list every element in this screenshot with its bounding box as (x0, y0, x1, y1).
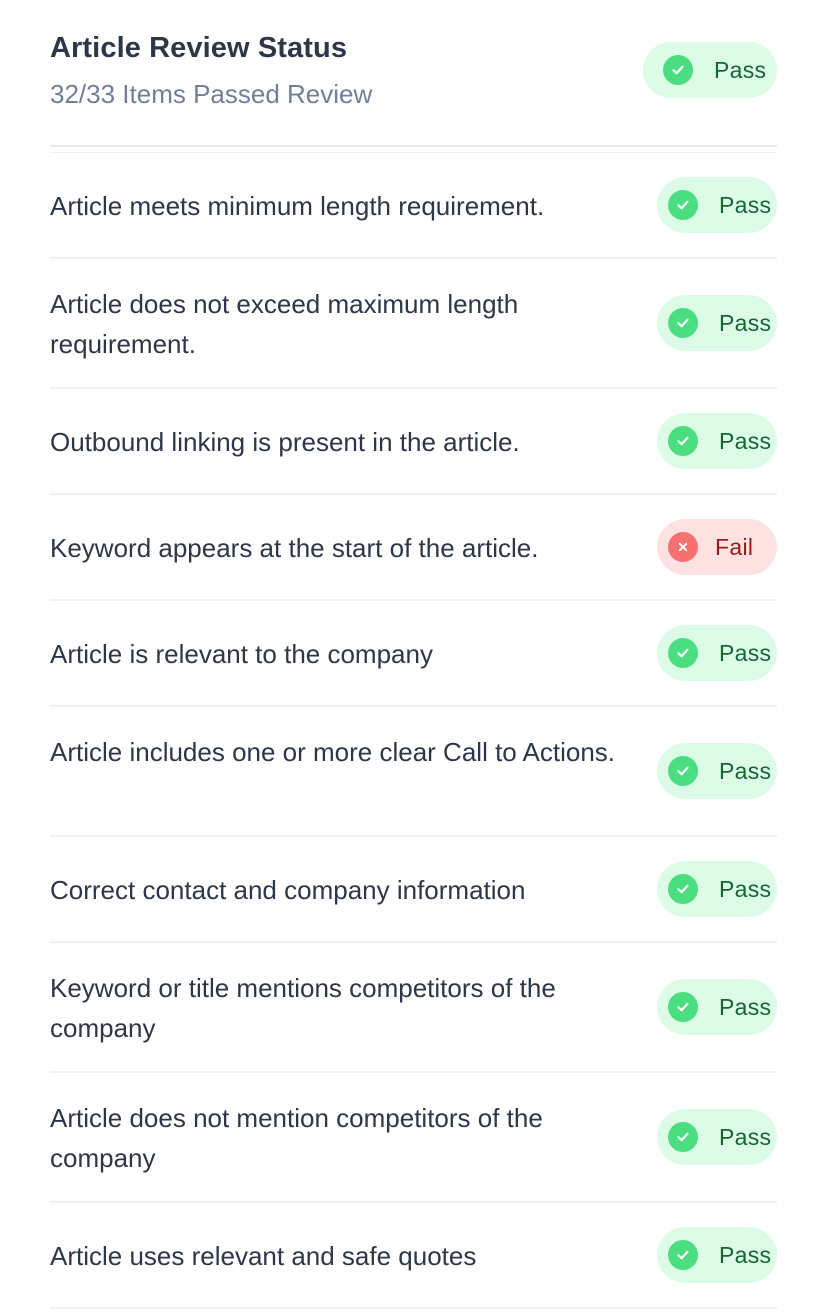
status-label: Pass (719, 757, 772, 784)
check-circle-icon (663, 55, 693, 85)
status-label: Pass (719, 993, 772, 1020)
review-item-text: Article uses relevant and safe quotes (50, 1241, 477, 1271)
review-item: Keyword appears at the start of the arti… (50, 495, 777, 601)
page-title: Article Review Status (50, 32, 348, 64)
review-item: Outbound linking is present in the artic… (50, 389, 777, 495)
review-item: Article does not mention competitors of … (50, 1073, 777, 1203)
status-label: Pass (719, 1241, 772, 1268)
status-label: Fail (715, 533, 754, 560)
status-label: Pass (719, 427, 772, 454)
status-label: Pass (719, 191, 772, 218)
review-item: Article includes one or more clear Call … (50, 707, 777, 837)
check-circle-icon (668, 308, 698, 338)
status-badge: Fail (657, 519, 777, 575)
check-circle-icon (668, 638, 698, 668)
status-badge: Pass (657, 1227, 777, 1283)
review-item-text: Article meets minimum length requirement… (50, 191, 545, 221)
status-badge: Pass (657, 743, 777, 799)
review-item: Article meets minimum length requirement… (50, 153, 777, 259)
review-item: Keyword or title mentions competitors of… (50, 943, 777, 1073)
status-label: Pass (719, 309, 772, 336)
review-panel: Article Review Status 32/33 Items Passed… (50, 0, 777, 1309)
overall-status-badge: Pass (643, 42, 777, 98)
review-item-text: Correct contact and company information (50, 875, 526, 905)
review-item-text: Article is relevant to the company (50, 639, 433, 669)
review-item-text: Keyword or title mentions competitors of… (50, 973, 556, 1043)
status-badge: Pass (657, 413, 777, 469)
review-item-text: Article does not mention competitors of … (50, 1103, 543, 1173)
review-item-text: Keyword appears at the start of the arti… (50, 533, 539, 563)
check-circle-icon (668, 426, 698, 456)
status-label: Pass (719, 639, 772, 666)
review-item: Article is relevant to the company Pass (50, 601, 777, 707)
check-circle-icon (668, 874, 698, 904)
review-item-text: Outbound linking is present in the artic… (50, 427, 520, 457)
review-item: Article does not exceed maximum length r… (50, 259, 777, 389)
check-circle-icon (668, 756, 698, 786)
status-badge: Pass (657, 625, 777, 681)
check-circle-icon (668, 992, 698, 1022)
review-header: Article Review Status 32/33 Items Passed… (50, 0, 777, 147)
status-badge: Pass (657, 979, 777, 1035)
check-circle-icon (668, 190, 698, 220)
review-item-text: Article includes one or more clear Call … (50, 737, 616, 767)
status-badge: Pass (657, 1109, 777, 1165)
review-item-text: Article does not exceed maximum length r… (50, 289, 519, 359)
status-badge: Pass (657, 177, 777, 233)
check-circle-icon (668, 1122, 698, 1152)
x-circle-icon (668, 532, 698, 562)
review-item: Correct contact and company information … (50, 837, 777, 943)
status-badge: Pass (657, 861, 777, 917)
status-badge: Pass (657, 295, 777, 351)
review-summary: 32/33 Items Passed Review (50, 79, 373, 109)
status-label: Pass (719, 875, 772, 902)
status-label: Pass (719, 1123, 772, 1150)
review-item: Article uses relevant and safe quotes Pa… (50, 1203, 777, 1309)
check-circle-icon (668, 1240, 698, 1270)
status-label: Pass (714, 56, 767, 83)
